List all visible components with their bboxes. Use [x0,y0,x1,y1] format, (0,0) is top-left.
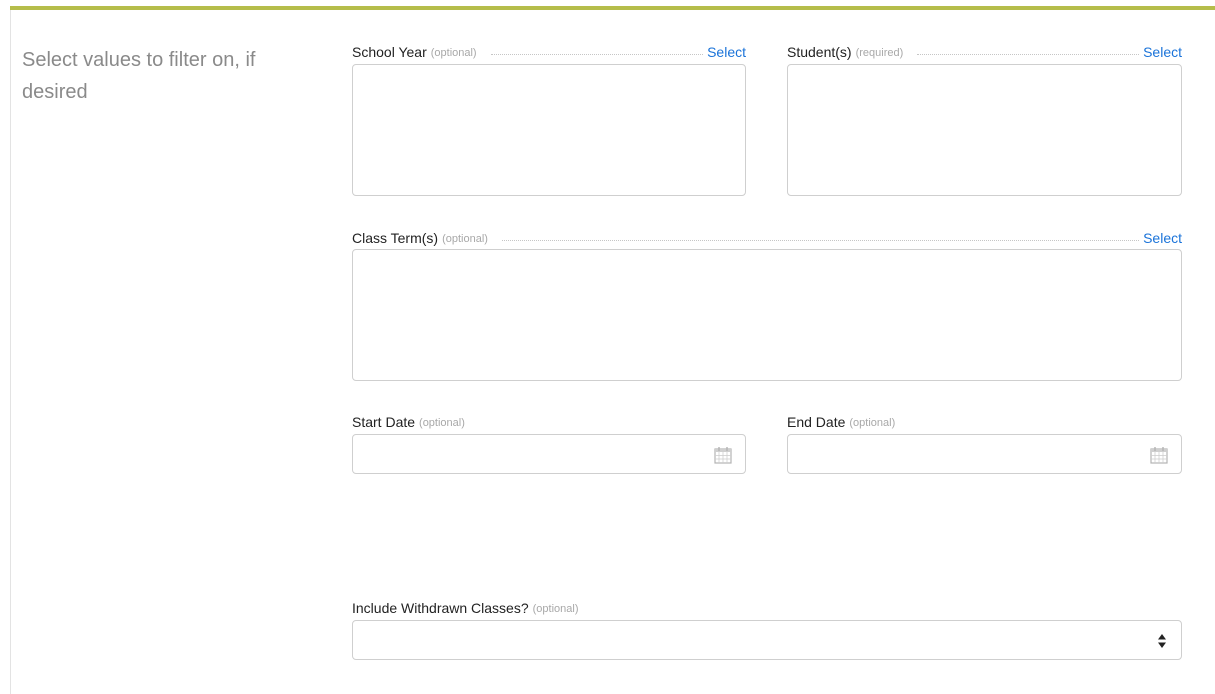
class-terms-label: Class Term(s) [352,230,439,246]
end-date-label: End Date [787,414,846,430]
end-date-input-wrapper [787,434,1182,475]
start-date-label: Start Date [352,414,416,430]
include-withdrawn-field: Include Withdrawn Classes? (optional) [352,596,1182,660]
leader-dots [917,53,1140,55]
students-hint: (required) [855,47,904,59]
students-field: Student(s) (required) Select [787,40,1182,196]
filter-instructions: Select values to filter on, if desired [22,49,256,103]
include-withdrawn-select[interactable] [352,620,1182,660]
start-date-field: Start Date (optional) [352,410,746,475]
students-label-row: Student(s) (required) Select [787,40,1182,60]
start-date-input-wrapper [352,434,746,475]
start-date-input[interactable] [363,435,711,475]
top-bar [0,0,1215,10]
class-terms-label-row: Class Term(s) (optional) Select [352,226,1182,246]
leader-dots [490,53,704,55]
class-terms-field: Class Term(s) (optional) Select [352,226,1182,382]
calendar-icon[interactable] [1149,445,1169,465]
students-label: Student(s) [787,44,852,60]
students-list[interactable] [787,64,1182,196]
end-date-field: End Date (optional) [787,410,1182,475]
students-select-link[interactable]: Select [1143,44,1182,60]
school-year-list[interactable] [352,64,746,196]
include-withdrawn-label-row: Include Withdrawn Classes? (optional) [352,596,1182,616]
class-terms-select-link[interactable]: Select [1143,230,1182,246]
sort-arrows-icon [1158,634,1166,648]
school-year-select-link[interactable]: Select [707,44,746,60]
leader-dots [501,239,1140,241]
school-year-field: School Year (optional) Select [352,40,746,196]
school-year-hint: (optional) [430,47,477,59]
end-date-hint: (optional) [849,417,896,429]
calendar-icon[interactable] [713,445,733,465]
class-terms-list[interactable] [352,249,1182,381]
start-date-label-row: Start Date (optional) [352,410,746,430]
start-date-hint: (optional) [419,417,465,429]
school-year-label-row: School Year (optional) Select [352,40,746,60]
end-date-input[interactable] [798,435,1147,475]
school-year-label: School Year [352,44,427,60]
include-withdrawn-label: Include Withdrawn Classes? [352,600,529,616]
include-withdrawn-hint: (optional) [532,603,579,615]
end-date-label-row: End Date (optional) [787,410,1182,430]
class-terms-hint: (optional) [442,233,488,245]
